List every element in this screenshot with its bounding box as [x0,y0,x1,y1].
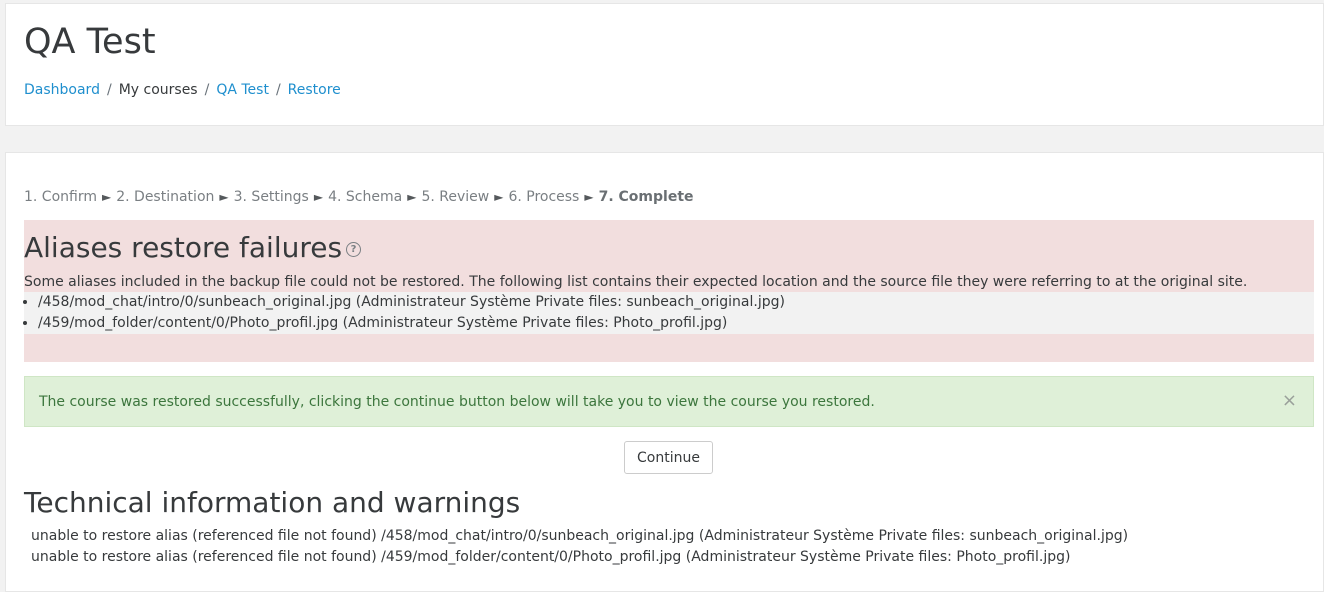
warning-line: unable to restore alias (referenced file… [31,528,1129,544]
breadcrumb-separator: / [204,82,210,98]
continue-button[interactable]: Continue [624,441,713,474]
step-arrow-icon: ► [494,190,504,204]
alias-failures-box: Aliases restore failures? Some aliases i… [24,220,1314,362]
alias-failures-description: Some aliases included in the backup file… [24,274,1248,290]
step-process: 6. Process [508,189,580,205]
question-circle-icon[interactable]: ? [346,241,362,257]
step-arrow-icon: ► [407,190,417,204]
list-item: /458/mod_chat/intro/0/sunbeach_original.… [38,292,1314,313]
breadcrumb-separator: / [106,82,112,98]
close-icon[interactable]: × [1282,390,1297,412]
breadcrumb-dashboard[interactable]: Dashboard [24,82,100,98]
success-alert: The course was restored successfully, cl… [24,376,1314,427]
technical-info-lines: unable to restore alias (referenced file… [31,526,1128,568]
technical-info-heading: Technical information and warnings [24,486,521,519]
page-title: QA Test [24,22,156,62]
alias-failures-list: /458/mod_chat/intro/0/sunbeach_original.… [24,292,1314,334]
restore-progress-steps: 1. Confirm ► 2. Destination ► 3. Settings ► 4.… [24,187,694,207]
step-arrow-icon: ► [102,190,112,204]
main-content: 1. Confirm ► 2. Destination ► 3. Settings ► 4.… [5,152,1324,592]
breadcrumb-separator: / [275,82,281,98]
breadcrumb-my-courses: My courses [118,82,198,98]
alias-failures-list-container: /458/mod_chat/intro/0/sunbeach_original.… [24,292,1314,334]
step-arrow-icon: ► [313,190,324,204]
step-arrow-icon: ► [219,190,229,204]
breadcrumb-restore[interactable]: Restore [288,82,341,98]
alias-failures-heading: Aliases restore failures? [24,230,362,266]
step-schema: 4. Schema [328,189,403,205]
warning-line: unable to restore alias (referenced file… [31,549,1071,565]
breadcrumb: Dashboard / My courses / QA Test / Restore [24,80,341,100]
list-item: /459/mod_folder/content/0/Photo_profil.j… [38,313,1314,334]
step-settings: 3. Settings [233,189,309,205]
step-complete: 7. Complete [598,189,694,205]
breadcrumb-course[interactable]: QA Test [216,82,269,98]
page-header: QA Test Dashboard / My courses / QA Test / Res… [5,3,1324,126]
alias-failures-heading-text: Aliases restore failures [24,231,343,264]
step-review: 5. Review [421,189,490,205]
step-destination: 2. Destination [116,189,215,205]
success-message: The course was restored successfully, cl… [39,394,875,410]
step-arrow-icon: ► [584,190,594,204]
step-confirm: 1. Confirm [24,189,97,205]
